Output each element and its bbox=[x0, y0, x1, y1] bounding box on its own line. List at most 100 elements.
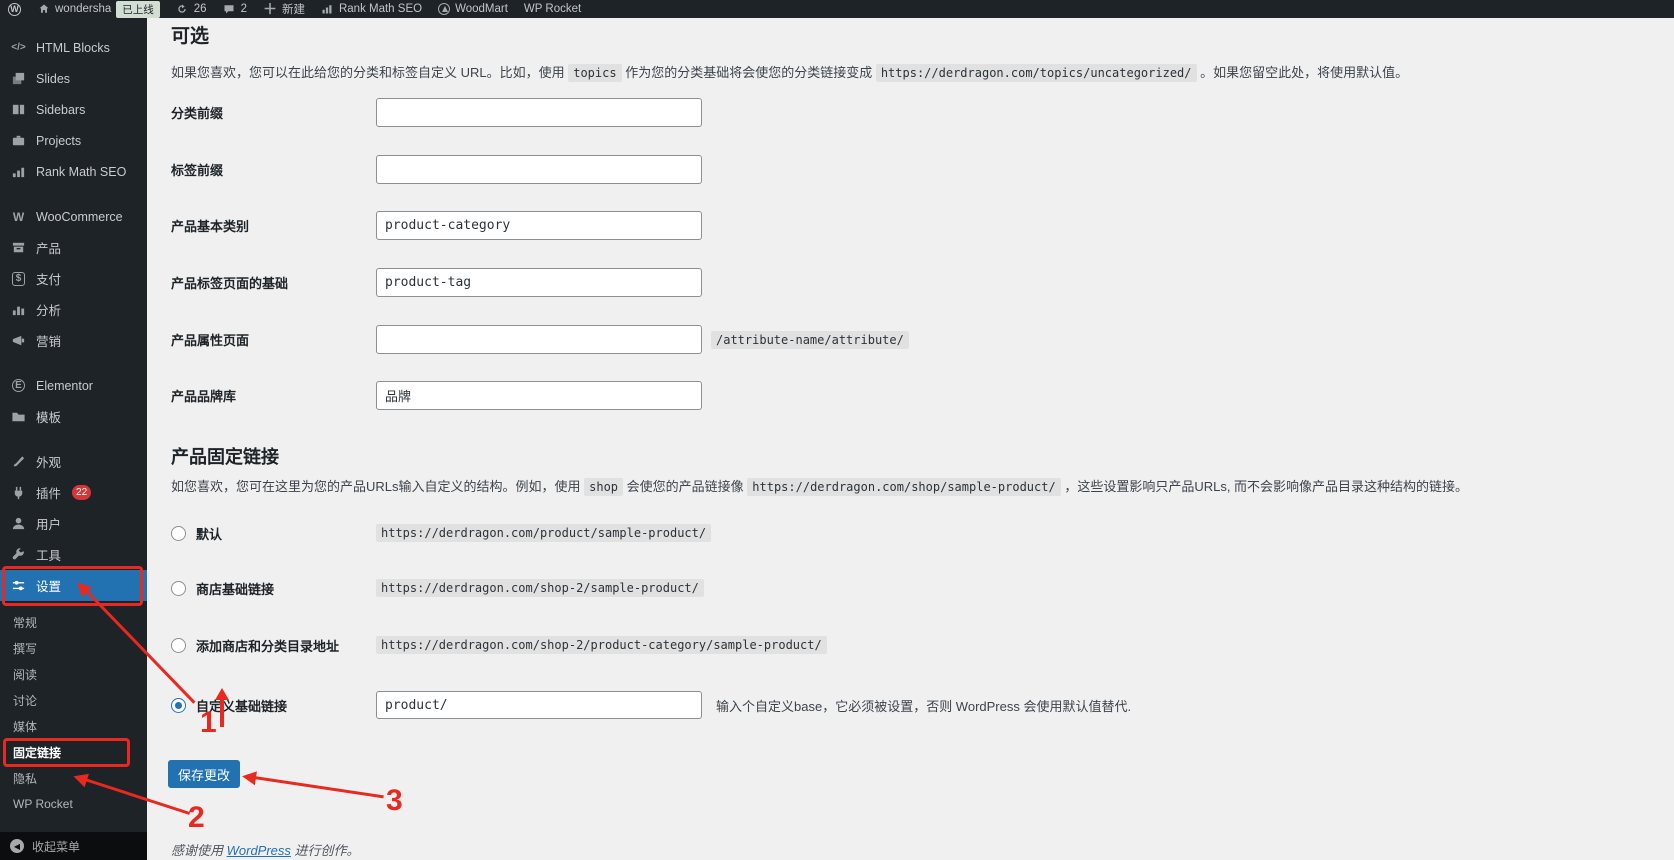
woodmart-menu[interactable]: WoodMart bbox=[438, 0, 508, 18]
submenu-item-general[interactable]: 常规 bbox=[0, 609, 147, 635]
optional-section-title: 可选 bbox=[171, 26, 210, 47]
plugins-update-badge: 22 bbox=[72, 485, 92, 500]
new-content-label: 新建 bbox=[281, 4, 305, 16]
seo-chart-icon bbox=[10, 163, 27, 180]
sidebar-item-tools[interactable]: 工具 bbox=[0, 539, 147, 570]
sidebar-item-marketing[interactable]: 营销 bbox=[0, 325, 147, 356]
sidebar-item-label: 外观 bbox=[36, 456, 62, 470]
sidebar-item-elementor[interactable]: E Elementor bbox=[0, 370, 147, 401]
woodmart-label: WoodMart bbox=[455, 3, 508, 15]
bar-chart-icon bbox=[10, 301, 27, 318]
wp-rocket-label: WP Rocket bbox=[523, 3, 582, 15]
sidebar-item-settings[interactable]: 设置 bbox=[0, 570, 147, 601]
sidebar-item-payments[interactable]: $ 支付 bbox=[0, 263, 147, 294]
layers-icon bbox=[10, 70, 27, 87]
sidebar-menu: </> HTML Blocks Slides Sidebars Projects bbox=[0, 18, 147, 817]
sidebar-item-plugins[interactable]: 插件 22 bbox=[0, 477, 147, 508]
wrench-icon bbox=[10, 546, 27, 563]
radio-default[interactable] bbox=[171, 525, 186, 541]
submenu-item-reading[interactable]: 阅读 bbox=[0, 661, 147, 687]
box-icon bbox=[10, 239, 27, 256]
updates-menu[interactable]: 26 bbox=[176, 0, 207, 18]
submenu-item-writing[interactable]: 撰写 bbox=[0, 635, 147, 661]
submenu-item-media[interactable]: 媒体 bbox=[0, 713, 147, 739]
product-category-base-input[interactable] bbox=[376, 211, 702, 240]
submenu-label: 讨论 bbox=[13, 693, 38, 708]
sidebar-item-html-blocks[interactable]: </> HTML Blocks bbox=[0, 32, 147, 63]
columns-icon bbox=[10, 101, 27, 118]
woodmart-icon bbox=[438, 3, 451, 15]
sidebar-item-label: 支付 bbox=[36, 273, 62, 287]
submenu-item-wp-rocket[interactable]: WP Rocket bbox=[0, 791, 147, 817]
code-icon: </> bbox=[11, 41, 26, 53]
product-tag-base-input[interactable] bbox=[376, 268, 702, 297]
new-content-menu[interactable]: ＋ 新建 bbox=[263, 0, 305, 18]
footer-credit: 感谢使用 WordPress 进行创作。 bbox=[171, 843, 360, 858]
dollar-icon: $ bbox=[10, 270, 27, 287]
sidebar-item-label: WooCommerce bbox=[36, 209, 123, 224]
sidebar-item-sidebars[interactable]: Sidebars bbox=[0, 94, 147, 125]
product-brand-base-input[interactable] bbox=[376, 381, 702, 410]
radio-shop-category-base[interactable] bbox=[171, 637, 186, 653]
sidebar-item-label: 插件 bbox=[36, 487, 62, 501]
sidebar-item-label: Projects bbox=[36, 133, 82, 148]
rank-math-menu[interactable]: Rank Math SEO bbox=[321, 0, 422, 18]
tag-prefix-input[interactable] bbox=[376, 155, 702, 184]
rank-math-icon bbox=[321, 3, 334, 16]
site-name-menu[interactable]: wondersha 已上线 bbox=[37, 0, 160, 18]
wp-rocket-menu[interactable]: WP Rocket bbox=[524, 0, 581, 18]
submenu-label: WP Rocket bbox=[13, 797, 73, 811]
sidebar-item-appearance[interactable]: 外观 bbox=[0, 446, 147, 477]
sidebar-item-users[interactable]: 用户 bbox=[0, 508, 147, 539]
sidebar-item-slides[interactable]: Slides bbox=[0, 63, 147, 94]
save-changes-button[interactable]: 保存更改 bbox=[168, 760, 240, 788]
admin-bar: W wondersha 已上线 26 2 ＋ 新建 Rank Math SEO … bbox=[0, 0, 1674, 18]
field-label: 产品品牌库 bbox=[171, 389, 237, 404]
sidebar-item-products[interactable]: 产品 bbox=[0, 232, 147, 263]
wordpress-link[interactable]: WordPress bbox=[227, 843, 291, 858]
sidebar-item-woocommerce[interactable]: W WooCommerce bbox=[0, 201, 147, 232]
radio-label: 商店基础链接 bbox=[196, 581, 275, 597]
collapse-menu-button[interactable]: ◀ 收起菜单 bbox=[0, 832, 147, 860]
category-prefix-input[interactable] bbox=[376, 98, 702, 127]
wordpress-logo-menu[interactable]: W bbox=[8, 0, 21, 18]
sidebar-item-label: 用户 bbox=[36, 518, 62, 532]
comments-menu[interactable]: 2 bbox=[223, 0, 247, 18]
updates-count: 26 bbox=[193, 3, 207, 15]
submenu-item-privacy[interactable]: 隐私 bbox=[0, 765, 147, 791]
field-label: 分类前缀 bbox=[171, 106, 224, 121]
sidebar-item-projects[interactable]: Projects bbox=[0, 125, 147, 156]
rank-math-label: Rank Math SEO bbox=[338, 3, 423, 15]
custom-base-input[interactable] bbox=[376, 691, 702, 719]
submenu-label: 撰写 bbox=[13, 641, 38, 656]
radio-custom-base[interactable] bbox=[171, 697, 186, 713]
sidebar-item-analytics[interactable]: 分析 bbox=[0, 294, 147, 325]
product-attribute-base-input[interactable] bbox=[376, 325, 702, 354]
submenu-item-discussion[interactable]: 讨论 bbox=[0, 687, 147, 713]
plug-icon bbox=[10, 484, 27, 501]
sidebar-item-rank-math[interactable]: Rank Math SEO bbox=[0, 156, 147, 187]
submenu-label: 阅读 bbox=[13, 667, 38, 682]
sidebar-item-templates[interactable]: 模板 bbox=[0, 401, 147, 432]
sidebar-item-label: Slides bbox=[36, 71, 71, 86]
field-label: 产品标签页面的基础 bbox=[171, 276, 289, 291]
product-permalink-section-title: 产品固定链接 bbox=[171, 447, 279, 467]
sidebar-item-label: Rank Math SEO bbox=[36, 164, 127, 179]
field-label: 产品属性页面 bbox=[171, 333, 250, 348]
briefcase-icon bbox=[10, 132, 27, 149]
optional-section-description: 如果您喜欢，您可以在此给您的分类和标签自定义 URL。比如，使用 topics … bbox=[171, 64, 1409, 82]
permalink-settings-page: 可选 如果您喜欢，您可以在此给您的分类和标签自定义 URL。比如，使用 topi… bbox=[147, 18, 1674, 860]
submenu-label: 固定链接 bbox=[13, 745, 62, 760]
radio-label: 默认 bbox=[196, 526, 223, 542]
radio-shop-base[interactable] bbox=[171, 580, 186, 596]
sidebar-item-label: Elementor bbox=[36, 378, 93, 393]
sidebar-item-label: HTML Blocks bbox=[36, 40, 110, 55]
collapse-arrow-icon: ◀ bbox=[10, 839, 24, 853]
woocommerce-icon: W bbox=[12, 209, 25, 224]
permalink-example: https://derdragon.com/shop-2/sample-prod… bbox=[376, 579, 704, 597]
megaphone-icon bbox=[10, 332, 27, 349]
submenu-label: 隐私 bbox=[13, 771, 38, 786]
attribute-url-suffix: /attribute-name/attribute/ bbox=[711, 330, 909, 349]
submenu-item-permalinks[interactable]: 固定链接 bbox=[0, 739, 147, 765]
sidebar-item-label: 设置 bbox=[36, 580, 62, 594]
